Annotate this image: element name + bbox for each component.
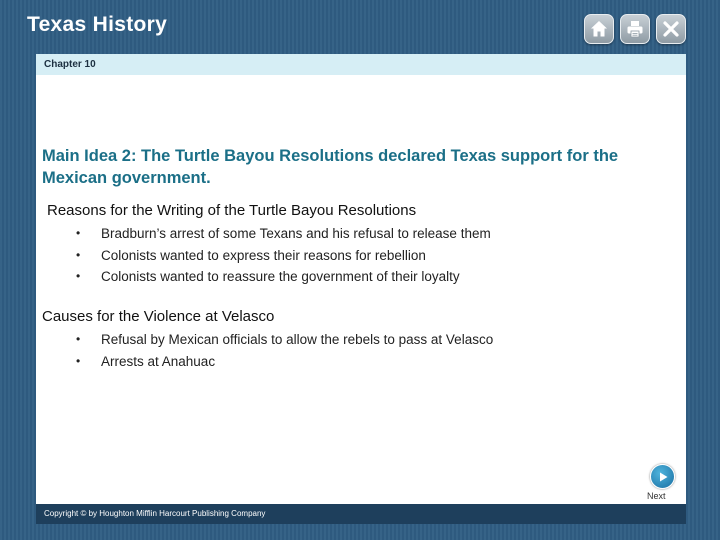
- reasons-list: • Bradburn’s arrest of some Texans and h…: [76, 223, 491, 288]
- bullet-icon: •: [76, 247, 81, 262]
- home-button[interactable]: [584, 14, 614, 44]
- close-button[interactable]: [656, 14, 686, 44]
- list-item: • Bradburn’s arrest of some Texans and h…: [76, 223, 491, 245]
- section-heading-causes: Causes for the Violence at Velasco: [42, 308, 275, 325]
- slide-content: Chapter 10 Main Idea 2: The Turtle Bayou…: [36, 54, 686, 504]
- copyright-footer: Copyright © by Houghton Mifflin Harcourt…: [36, 504, 686, 524]
- play-arrow-icon: [659, 472, 667, 481]
- list-item: • Colonists wanted to reassure the gover…: [76, 266, 491, 288]
- list-item-text: Bradburn’s arrest of some Texans and his…: [101, 226, 491, 241]
- list-item-text: Refusal by Mexican officials to allow th…: [101, 332, 494, 347]
- bullet-icon: •: [76, 226, 81, 240]
- list-item: • Colonists wanted to express their reas…: [76, 245, 491, 267]
- next-button[interactable]: [650, 464, 675, 489]
- main-idea-heading: Main Idea 2: The Turtle Bayou Resolution…: [42, 147, 619, 187]
- list-item-text: Colonists wanted to express their reason…: [101, 247, 426, 263]
- app-title: Texas History: [27, 13, 168, 36]
- next-label[interactable]: Next: [647, 491, 666, 501]
- toolbar: [584, 14, 686, 44]
- list-item-text: Arrests at Anahuac: [101, 353, 216, 369]
- print-icon: [627, 21, 643, 38]
- list-item: • Refusal by Mexican officials to allow …: [76, 329, 493, 351]
- print-button[interactable]: [620, 14, 650, 44]
- list-item-text: Colonists wanted to reassure the governm…: [101, 269, 460, 284]
- section-heading-reasons: Reasons for the Writing of the Turtle Ba…: [47, 202, 417, 219]
- home-icon: [591, 21, 607, 37]
- bullet-icon: •: [76, 269, 81, 283]
- bullet-icon: •: [76, 332, 81, 346]
- chapter-label: Chapter 10: [36, 54, 686, 75]
- causes-list: • Refusal by Mexican officials to allow …: [76, 329, 493, 372]
- close-icon: [663, 21, 679, 37]
- list-item: • Arrests at Anahuac: [76, 351, 493, 373]
- bullet-icon: •: [76, 353, 81, 368]
